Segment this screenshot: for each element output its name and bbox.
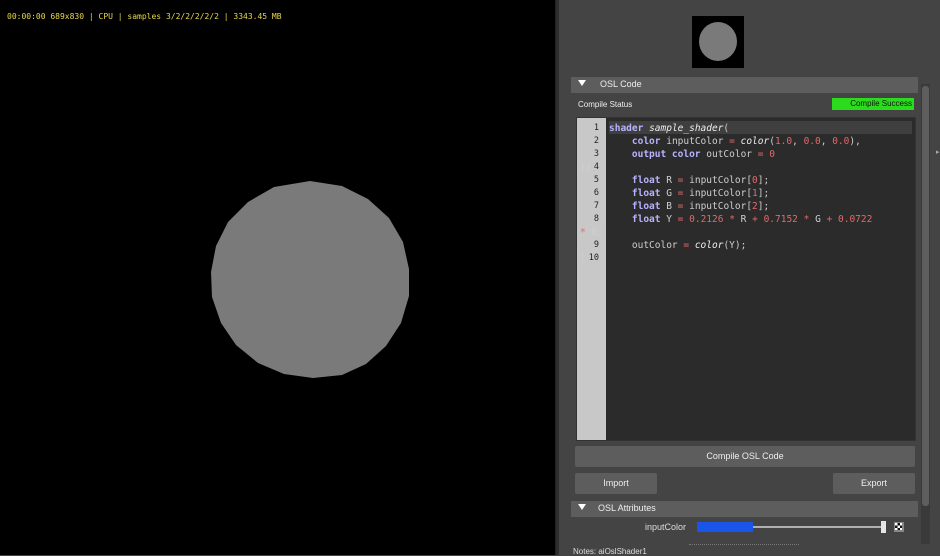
osl-code-editor[interactable]: 1 2 3 4 5 6 7 8 9 10 shader sample_shade… <box>576 117 916 441</box>
collapse-arrow-icon[interactable] <box>578 504 586 510</box>
osl-code-frame-header[interactable]: OSL Code <box>571 77 918 93</box>
osl-attributes-frame-header[interactable]: OSL Attributes <box>571 501 918 517</box>
osl-code-frame-title: OSL Code <box>600 79 642 89</box>
collapse-arrow-icon[interactable] <box>578 80 586 86</box>
code-line: float G = inputColor[1]; <box>631 188 770 199</box>
code-line: output color outColor = 0 <box>631 149 775 160</box>
shader-swatch-preview <box>692 16 744 68</box>
code-line: * B; <box>580 227 603 238</box>
render-viewport[interactable]: 00:00:00 689x830 | CPU | samples 3/2/2/2… <box>0 0 555 555</box>
code-line: shader sample_shader( <box>609 123 730 134</box>
compile-status-label: Compile Status <box>578 100 633 109</box>
scrollbar-thumb[interactable] <box>922 86 929 506</box>
line-number: 5 <box>593 175 599 185</box>
checker-map-icon[interactable] <box>894 522 904 532</box>
frame-resize-handle[interactable] <box>689 544 799 545</box>
code-line: float B = inputColor[2]; <box>631 201 770 212</box>
swatch-sphere <box>699 22 737 61</box>
input-color-slider[interactable] <box>753 526 881 528</box>
import-button[interactable]: Import <box>575 473 657 494</box>
export-button[interactable]: Export <box>833 473 915 494</box>
line-number: 1 <box>593 123 599 133</box>
input-color-label: inputColor <box>645 522 687 532</box>
attribute-editor-panel: ▸ OSL Code Compile Status Compile Succes… <box>559 0 940 556</box>
panel-edge-marker-icon: ▸ <box>936 149 940 156</box>
osl-attributes-frame-title: OSL Attributes <box>598 503 656 513</box>
code-line: color inputColor = color(1.0, 0.0, 0.0), <box>631 136 861 147</box>
compile-status-badge: Compile Success <box>832 98 914 110</box>
sphere-shape <box>211 181 409 378</box>
slider-handle[interactable] <box>881 521 886 533</box>
code-line: } <box>580 253 586 264</box>
render-sphere <box>211 181 409 378</box>
line-number: 8 <box>593 214 599 224</box>
compile-osl-code-button[interactable]: Compile OSL Code <box>575 446 915 467</box>
code-line: float Y = 0.2126 * R + 0.7152 * G + 0.07… <box>631 214 873 225</box>
code-line: outColor = color(Y); <box>609 240 747 251</box>
line-number: 6 <box>593 188 599 198</box>
line-number: 7 <box>593 201 599 211</box>
code-line: float R = inputColor[0]; <box>631 175 770 186</box>
line-number: 3 <box>593 149 599 159</box>
panel-scrollbar[interactable] <box>921 84 930 544</box>
input-color-swatch[interactable] <box>697 522 753 532</box>
line-number: 9 <box>593 240 599 250</box>
code-line: ){ <box>580 162 592 173</box>
line-number: 2 <box>593 136 599 146</box>
